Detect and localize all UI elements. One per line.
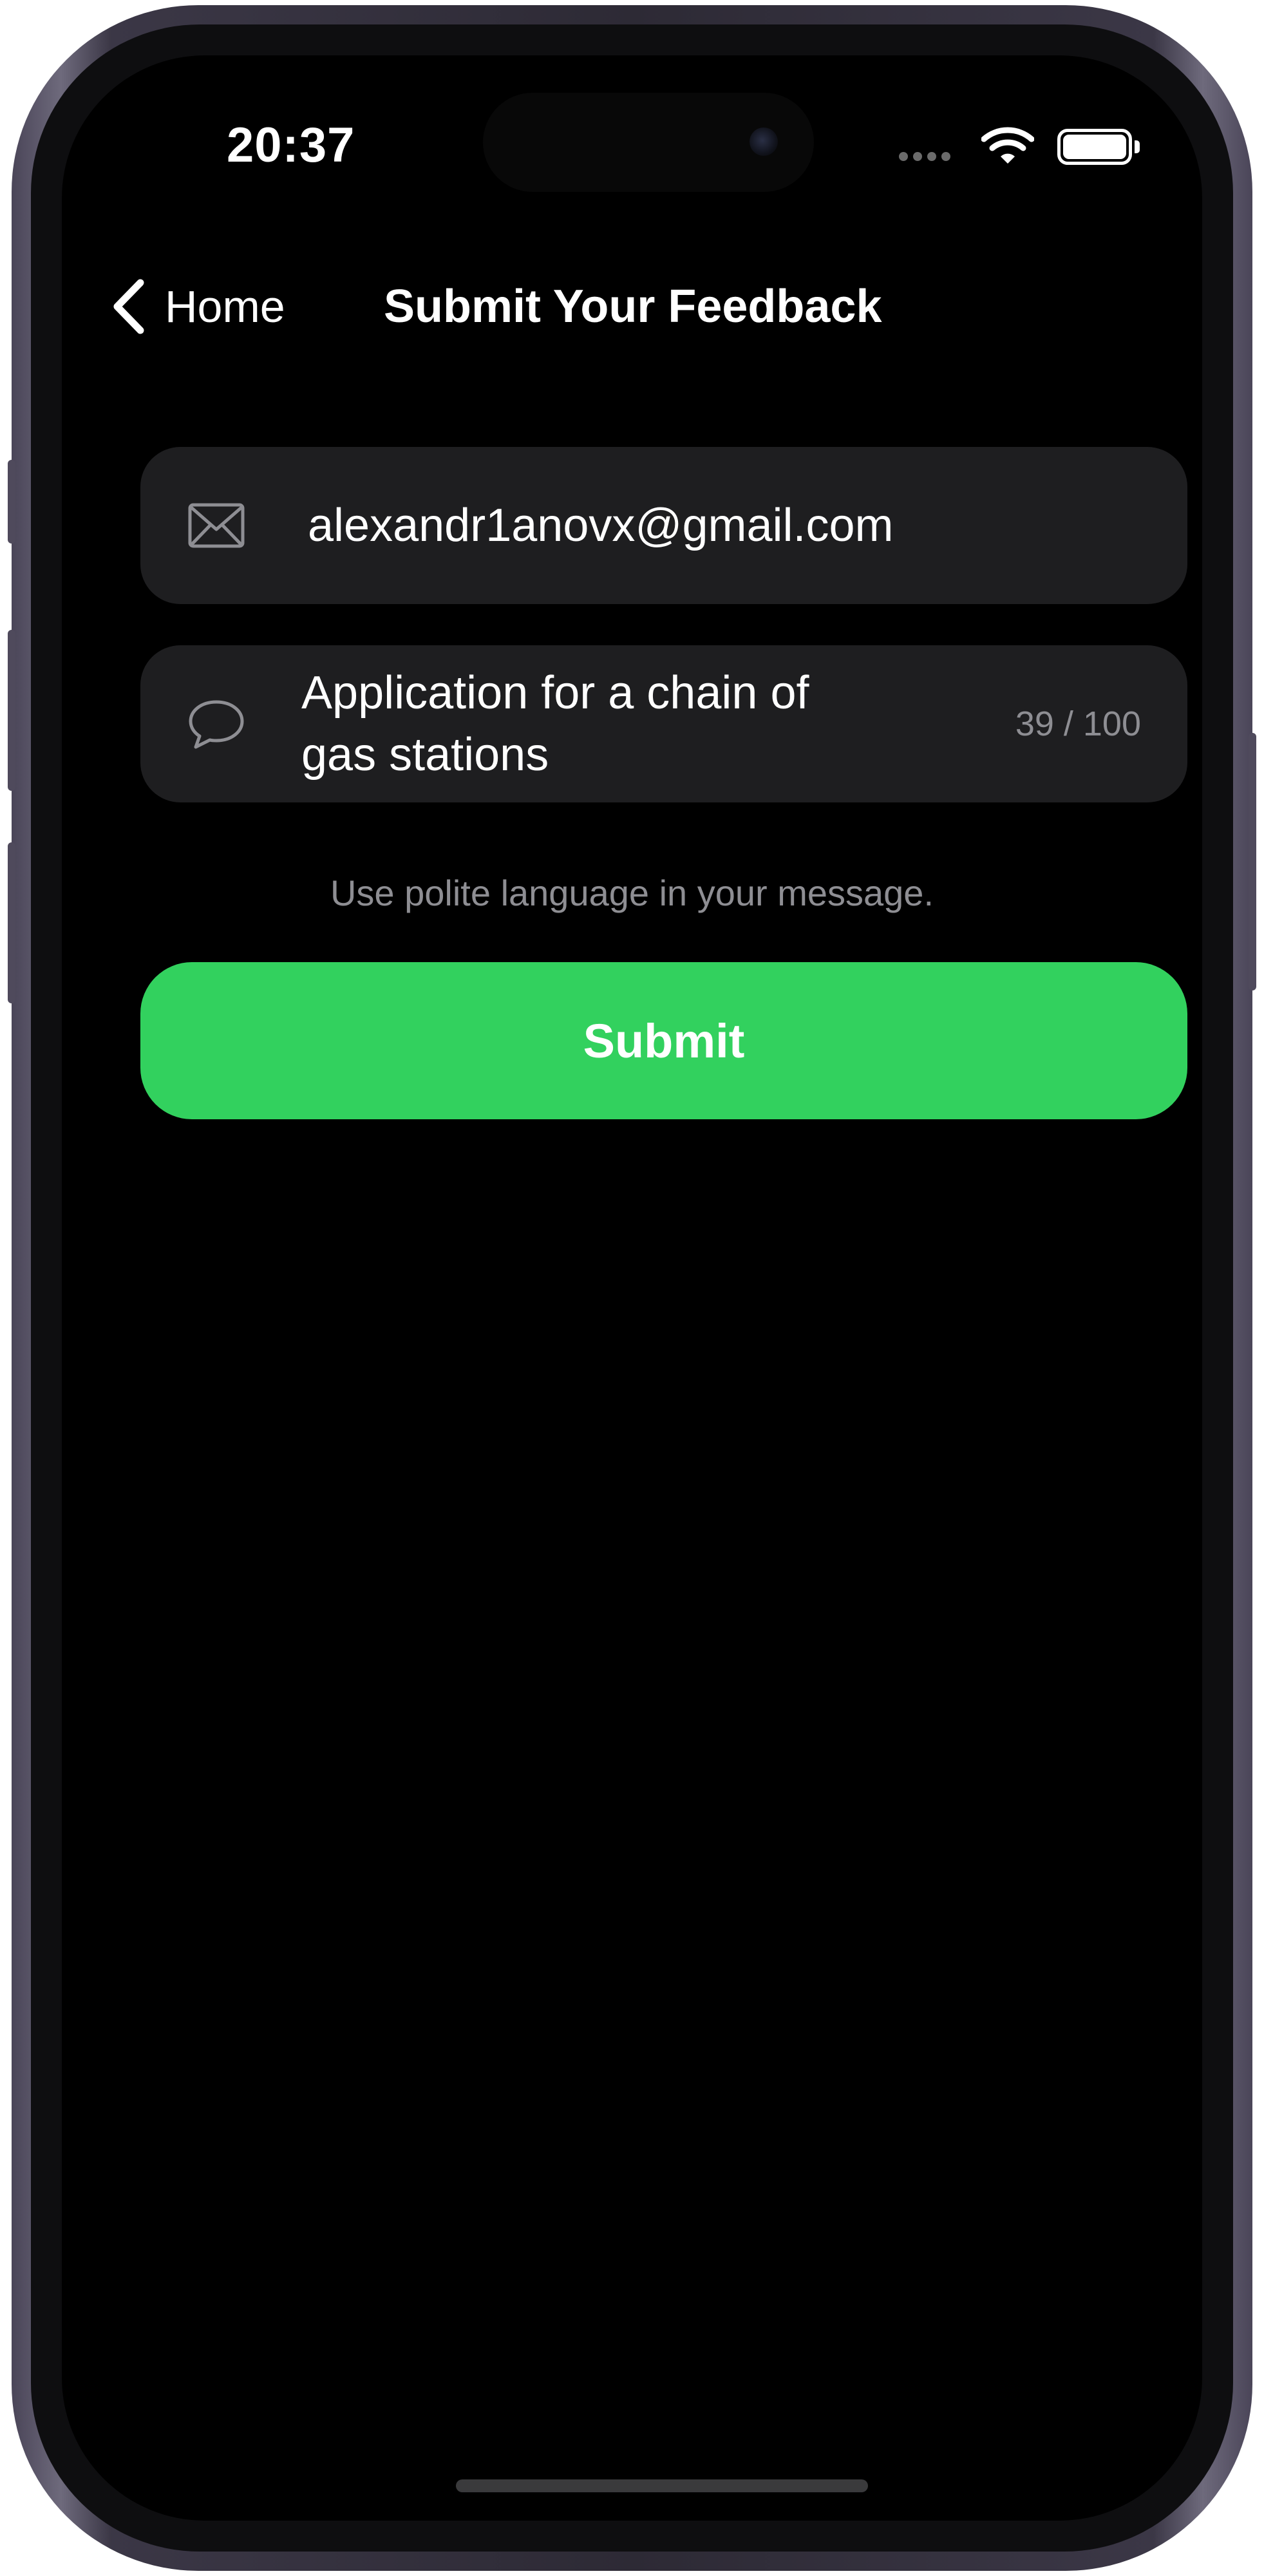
camera-icon: [750, 128, 778, 156]
phone-bezel: 20:37 Home Submit Your Feedback alexandr…: [31, 24, 1233, 2552]
envelope-icon: [188, 503, 245, 548]
page-title: Submit Your Feedback: [384, 281, 882, 332]
battery-icon: [1057, 129, 1132, 165]
character-counter: 39 / 100: [1015, 705, 1141, 743]
email-value: alexandr1anovx@gmail.com: [308, 500, 894, 551]
phone-frame: 20:37 Home Submit Your Feedback alexandr…: [8, 5, 1256, 2571]
speech-bubble-icon: [189, 700, 244, 749]
home-indicator[interactable]: [456, 2479, 868, 2492]
wifi-icon: [981, 127, 1034, 164]
power-button: [1249, 733, 1256, 990]
email-field[interactable]: alexandr1anovx@gmail.com: [140, 447, 1187, 604]
navigation-bar: Home Submit Your Feedback: [62, 268, 1202, 345]
submit-button[interactable]: Submit: [140, 962, 1187, 1119]
hint-text: Use polite language in your message.: [330, 873, 934, 913]
chevron-left-icon: [113, 279, 144, 334]
message-field[interactable]: Application for a chain of gas stations …: [140, 645, 1187, 802]
volume-up-button: [8, 630, 15, 791]
message-value: Application for a chain of gas stations: [301, 667, 809, 781]
action-button: [8, 460, 15, 544]
screen: 20:37 Home Submit Your Feedback alexandr…: [62, 55, 1202, 2521]
battery-cap: [1135, 140, 1140, 153]
battery-level: [1063, 135, 1126, 159]
volume-down-button: [8, 842, 15, 1003]
status-time: 20:37: [227, 118, 355, 173]
dynamic-island: [483, 93, 814, 192]
back-button[interactable]: Home: [109, 268, 285, 345]
back-label: Home: [165, 281, 285, 332]
